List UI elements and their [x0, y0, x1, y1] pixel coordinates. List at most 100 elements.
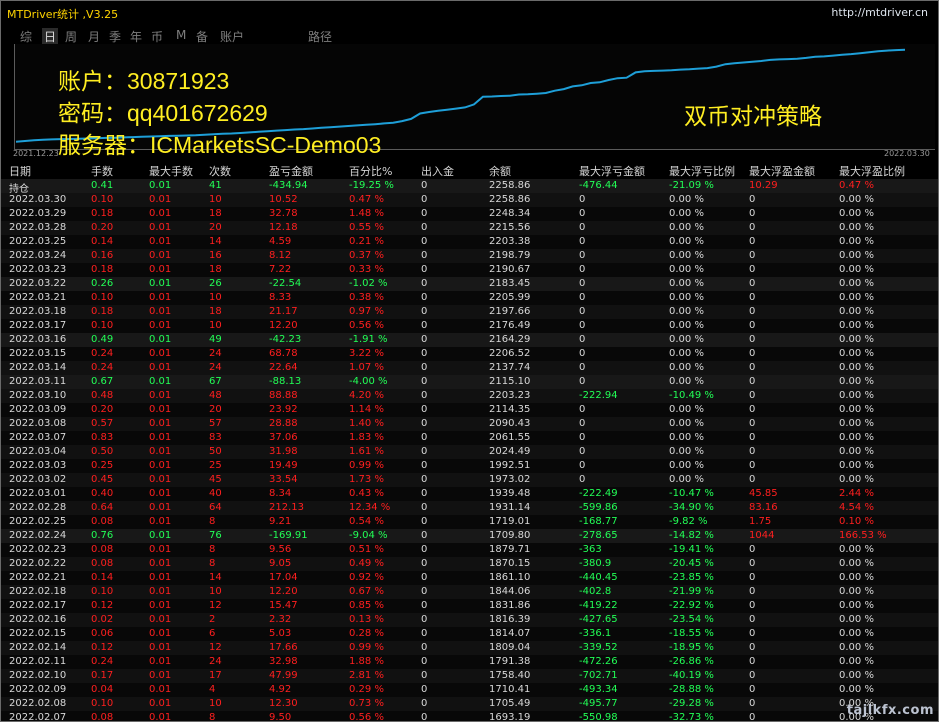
- cell-date: 2022.03.21: [9, 292, 67, 303]
- table-row[interactable]: 2022.03.18 0.18 0.01 18 21.17 0.97 % 0 2197.66 0…: [1, 305, 938, 319]
- table-row[interactable]: 2022.03.09 0.20 0.01 20 23.92 1.14 % 0 2114.35 0…: [1, 403, 938, 417]
- cell-max_dd: 0: [579, 348, 586, 359]
- column-header-6[interactable]: 出入金: [421, 163, 454, 178]
- cell-max_lots: 0.01: [149, 222, 172, 233]
- cell-max_lots: 0.01: [149, 264, 172, 275]
- cell-count: 4: [209, 684, 216, 695]
- table-row[interactable]: 2022.03.07 0.83 0.01 83 37.06 1.83 % 0 2061.55 0…: [1, 431, 938, 445]
- table-row-open-positions[interactable]: 持仓 0.41 0.01 41 -434.94 -19.25 % 0 2258.86 -476.…: [1, 179, 938, 195]
- table-row[interactable]: 2022.02.11 0.24 0.01 24 32.98 1.88 % 0 1791.38 -…: [1, 655, 938, 669]
- table-row[interactable]: 2022.03.24 0.16 0.01 16 8.12 0.37 % 0 2198.79 0 0…: [1, 249, 938, 263]
- table-row[interactable]: 2022.03.01 0.40 0.01 40 8.34 0.43 % 0 1939.48 -2…: [1, 487, 938, 501]
- cell-max_lots: 0.01: [149, 558, 172, 569]
- period-tab-0[interactable]: 综: [20, 28, 32, 45]
- table-row[interactable]: 2022.03.02 0.45 0.01 45 33.54 1.73 % 0 1973.02 0…: [1, 473, 938, 487]
- column-header-9[interactable]: 最大浮亏比例: [669, 163, 735, 178]
- period-tab-10[interactable]: 路径: [308, 28, 332, 45]
- cell-pnl: 9.05: [269, 558, 292, 569]
- period-tab-9[interactable]: 账户: [220, 28, 244, 45]
- table-row[interactable]: 2022.02.18 0.10 0.01 10 12.20 0.67 % 0 1844.06 -…: [1, 585, 938, 599]
- period-tab-3[interactable]: 月: [88, 28, 100, 45]
- column-header-2[interactable]: 最大手数: [149, 163, 193, 178]
- table-row[interactable]: 2022.02.09 0.04 0.01 4 4.92 0.29 % 0 1710.41 -49…: [1, 683, 938, 697]
- cell-pct: -1.91 %: [349, 334, 388, 345]
- cell-lots: 0.40: [91, 488, 114, 499]
- cell-max_dd_pct: -32.73 %: [669, 712, 714, 722]
- table-row[interactable]: 2022.03.28 0.20 0.01 20 12.18 0.55 % 0 2215.56 0…: [1, 221, 938, 235]
- cell-lots: 0.17: [91, 670, 114, 681]
- period-tab-8[interactable]: 备: [196, 28, 208, 45]
- table-row[interactable]: 2022.03.25 0.14 0.01 14 4.59 0.21 % 0 2203.38 0 0…: [1, 235, 938, 249]
- cell-max_lots: 0.01: [149, 292, 172, 303]
- column-header-5[interactable]: 百分比%: [349, 163, 392, 178]
- website-link[interactable]: http://mtdriver.cn: [831, 6, 928, 19]
- table-row[interactable]: 2022.03.23 0.18 0.01 18 7.22 0.33 % 0 2190.67 0 0…: [1, 263, 938, 277]
- table-row[interactable]: 2022.03.29 0.18 0.01 18 32.78 1.48 % 0 2248.34 0…: [1, 207, 938, 221]
- table-row[interactable]: 2022.03.21 0.10 0.01 10 8.33 0.38 % 0 2205.99 0 0…: [1, 291, 938, 305]
- period-tab-4[interactable]: 季: [109, 28, 121, 45]
- column-header-4[interactable]: 盈亏金额: [269, 163, 313, 178]
- cell-max_dd_pct: 0.00 %: [669, 446, 704, 457]
- table-row[interactable]: 2022.03.04 0.50 0.01 50 31.98 1.61 % 0 2024.49 0…: [1, 445, 938, 459]
- cell-pct: -4.00 %: [349, 376, 388, 387]
- table-row[interactable]: 2022.02.21 0.14 0.01 14 17.04 0.92 % 0 1861.10 -…: [1, 571, 938, 585]
- cell-max_fp: 1044: [749, 530, 775, 541]
- cell-balance: 2248.34: [489, 208, 531, 219]
- table-row[interactable]: 2022.03.11 0.67 0.01 67 -88.13 -4.00 % 0 2115.1…: [1, 375, 938, 389]
- period-tab-7[interactable]: M: [176, 28, 186, 42]
- column-header-10[interactable]: 最大浮盈金额: [749, 163, 815, 178]
- table-row[interactable]: 2022.03.10 0.48 0.01 48 88.88 4.20 % 0 2203.23 -…: [1, 389, 938, 403]
- cell-max_fp: 1.75: [749, 516, 772, 527]
- period-tab-2[interactable]: 周: [65, 28, 77, 45]
- cell-max_dd_pct: 0.00 %: [669, 348, 704, 359]
- table-row[interactable]: 2022.02.14 0.12 0.01 12 17.66 0.99 % 0 1809.04 -…: [1, 641, 938, 655]
- table-row[interactable]: 2022.02.22 0.08 0.01 8 9.05 0.49 % 0 1870.15 -38…: [1, 557, 938, 571]
- column-header-1[interactable]: 手数: [91, 163, 113, 178]
- table-row[interactable]: 2022.03.16 0.49 0.01 49 -42.23 -1.91 % 0 2164.2…: [1, 333, 938, 347]
- table-row[interactable]: 2022.03.17 0.10 0.01 10 12.20 0.56 % 0 2176.49 0…: [1, 319, 938, 333]
- period-tab-6[interactable]: 币: [151, 28, 163, 45]
- cell-count: 83: [209, 432, 222, 443]
- cell-count: 2: [209, 614, 216, 625]
- cell-date: 2022.03.23: [9, 264, 67, 275]
- table-row[interactable]: 2022.02.07 0.08 0.01 8 9.50 0.56 % 0 1693.19 -55…: [1, 711, 938, 722]
- table-row[interactable]: 2022.02.08 0.10 0.01 10 12.30 0.73 % 0 1705.49 -…: [1, 697, 938, 711]
- column-header-11[interactable]: 最大浮盈比例: [839, 163, 905, 178]
- account-overlay: 账户：30871923: [58, 68, 230, 94]
- cell-max_lots: 0.01: [149, 362, 172, 373]
- table-row[interactable]: 2022.02.28 0.64 0.01 64 212.13 12.34 % 0 1931.1…: [1, 501, 938, 515]
- table-row[interactable]: 2022.02.23 0.08 0.01 8 9.56 0.51 % 0 1879.71 -36…: [1, 543, 938, 557]
- cell-io: 0: [421, 348, 428, 359]
- table-row[interactable]: 2022.03.30 0.10 0.01 10 10.52 0.47 % 0 2258.86 0…: [1, 193, 938, 207]
- cell-max_lots: 0.01: [149, 502, 172, 513]
- cell-pnl: 37.06: [269, 432, 298, 443]
- column-header-3[interactable]: 次数: [209, 163, 231, 178]
- column-header-8[interactable]: 最大浮亏金额: [579, 163, 645, 178]
- table-row[interactable]: 2022.02.24 0.76 0.01 76 -169.91 -9.04 % 0 1709.…: [1, 529, 938, 543]
- cell-pct: 0.92 %: [349, 572, 384, 583]
- table-row[interactable]: 2022.02.25 0.08 0.01 8 9.21 0.54 % 0 1719.01 -16…: [1, 515, 938, 529]
- table-row[interactable]: 2022.02.15 0.06 0.01 6 5.03 0.28 % 0 1814.07 -33…: [1, 627, 938, 641]
- cell-max_fp_pct: 0.00 %: [839, 236, 874, 247]
- cell-pnl: 10.52: [269, 194, 298, 205]
- table-row[interactable]: 2022.03.14 0.24 0.01 24 22.64 1.07 % 0 2137.74 0…: [1, 361, 938, 375]
- table-row[interactable]: 2022.03.03 0.25 0.01 25 19.49 0.99 % 0 1992.51 0…: [1, 459, 938, 473]
- column-header-7[interactable]: 余额: [489, 163, 511, 178]
- table-row[interactable]: 2022.03.22 0.26 0.01 26 -22.54 -1.02 % 0 2183.4…: [1, 277, 938, 291]
- table-row[interactable]: 2022.03.08 0.57 0.01 57 28.88 1.40 % 0 2090.43 0…: [1, 417, 938, 431]
- cell-max_lots: 0.01: [149, 180, 172, 191]
- cell-max_fp_pct: 0.00 %: [839, 558, 874, 569]
- table-row[interactable]: 2022.02.17 0.12 0.01 12 15.47 0.85 % 0 1831.86 -…: [1, 599, 938, 613]
- table-row[interactable]: 2022.03.15 0.24 0.01 24 68.78 3.22 % 0 2206.52 0…: [1, 347, 938, 361]
- cell-io: 0: [421, 432, 428, 443]
- cell-max_fp: 0: [749, 250, 756, 261]
- cell-balance: 2115.10: [489, 376, 531, 387]
- column-header-0[interactable]: 日期: [9, 163, 31, 178]
- cell-pnl: 31.98: [269, 446, 298, 457]
- period-tab-1[interactable]: 日: [42, 28, 59, 45]
- cell-max_lots: 0.01: [149, 446, 172, 457]
- table-row[interactable]: 2022.02.10 0.17 0.01 17 47.99 2.81 % 0 1758.40 -…: [1, 669, 938, 683]
- table-row[interactable]: 2022.02.16 0.02 0.01 2 2.32 0.13 % 0 1816.39 -42…: [1, 613, 938, 627]
- cell-pct: 1.88 %: [349, 656, 384, 667]
- period-tab-5[interactable]: 年: [130, 28, 142, 45]
